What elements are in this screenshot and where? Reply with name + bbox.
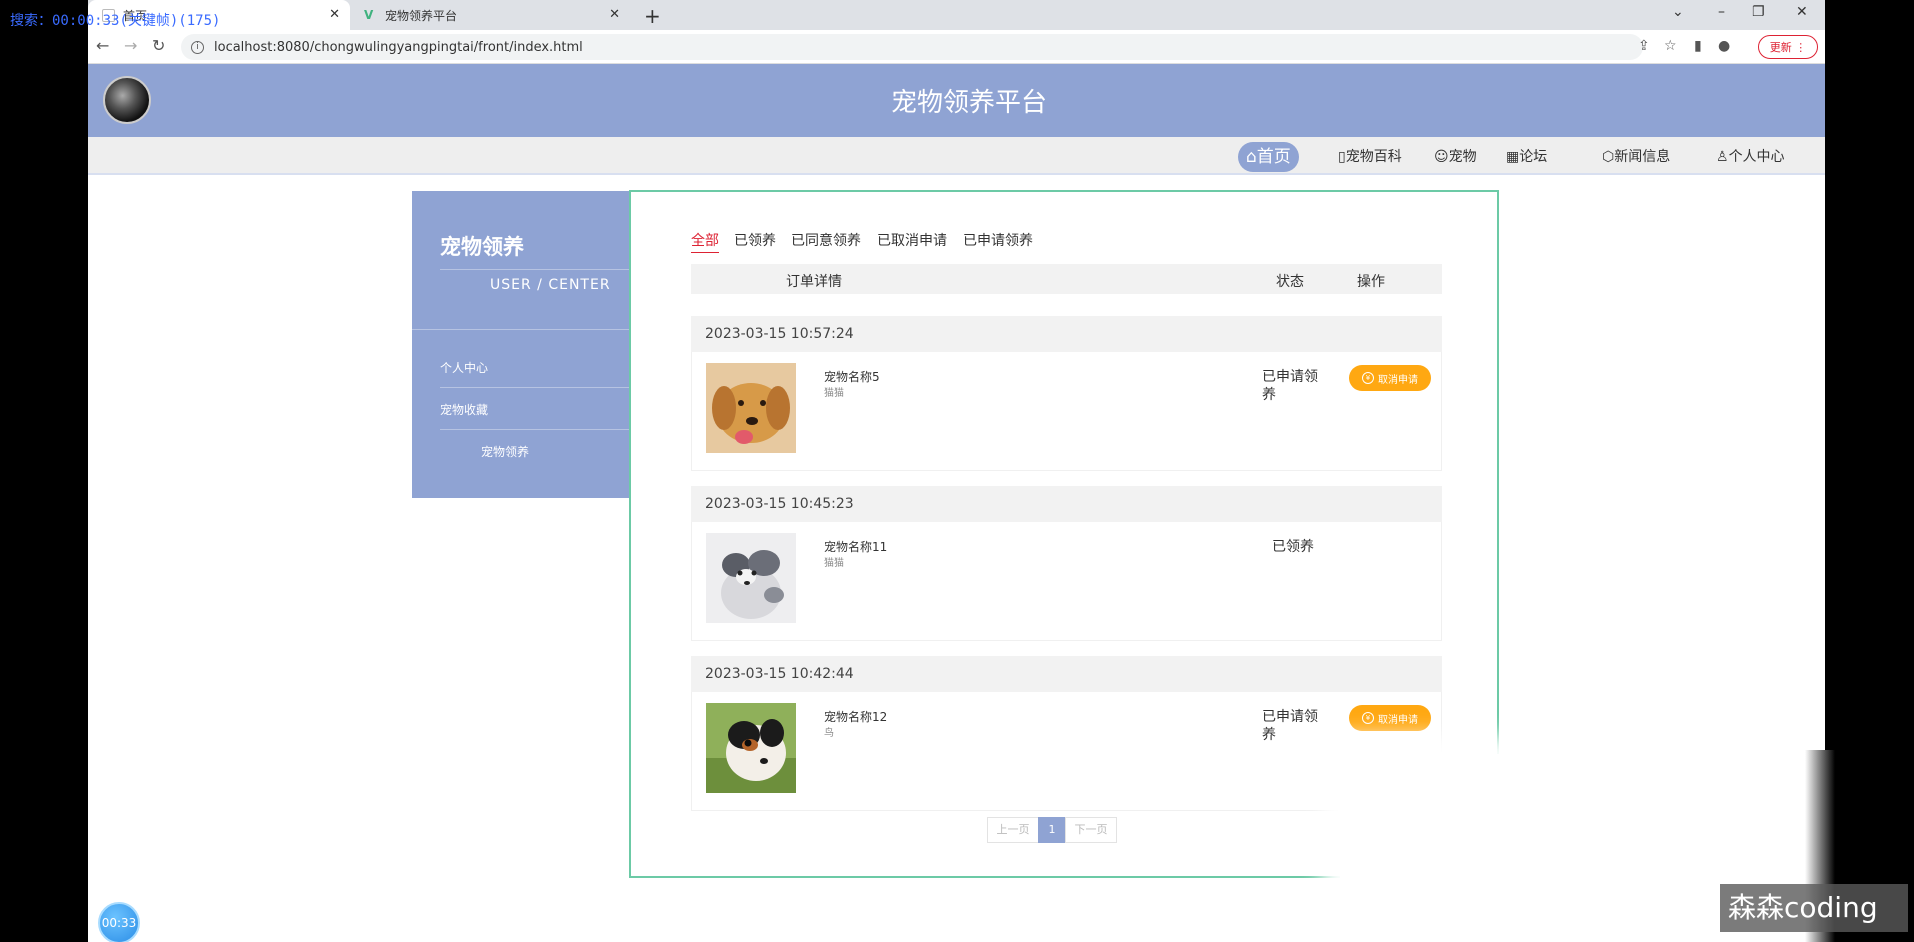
order-datetime: 2023-03-15 10:57:24 [691,316,1442,352]
next-page-button[interactable]: 下一页 [1065,817,1117,843]
order-item: 2023-03-15 10:45:23 宠物名称11 猫猫 已领养 [691,486,1442,641]
web-page: 宠物领养平台 ⌂首页 ▯宠物百科 ☺宠物 ▦论坛 ⬡新闻信息 ♙个人中心 宠物领… [88,64,1825,942]
filter-applied[interactable]: 已申请领养 [963,230,1033,250]
pet-name: 宠物名称11 [824,540,888,554]
nav-home[interactable]: ⌂首页 [1238,142,1299,172]
sidebar-subtitle: USER / CENTER [490,277,611,293]
sidebar-item-adoption[interactable]: 宠物领养 [481,443,529,460]
site-title: 宠物领养平台 [890,88,1047,118]
pet-type: 鸟 [824,728,834,739]
site-header: 宠物领养平台 [88,64,1825,137]
chevron-down-icon[interactable]: ⌄ [1672,4,1684,20]
yen-icon: ¥ [1362,372,1374,384]
order-datetime: 2023-03-15 10:45:23 [691,486,1442,522]
pet-type: 猫猫 [824,558,844,569]
nav-forum[interactable]: ▦论坛 [1498,142,1555,172]
pet-type: 猫猫 [824,388,844,399]
share-icon[interactable]: ⇪ [1638,38,1650,54]
window-close-icon[interactable]: ✕ [1796,4,1808,20]
divider [440,387,630,388]
pet-name: 宠物名称5 [824,370,880,384]
table-header: 订单详情 状态 操作 [691,264,1442,294]
forward-arrow-icon[interactable]: → [124,36,137,55]
cancel-application-button[interactable]: ¥ 取消申请 [1349,365,1431,391]
tab-strip: 首页 ✕ V 宠物领养平台 ✕ + ⌄ – ❐ ✕ [88,0,1825,30]
screen: 搜索：00:00:33(关键帧)(175) 首页 ✕ V 宠物领养平台 ✕ + … [0,0,1914,942]
url-text: localhost:8080/chongwulingyangpingtai/fr… [214,39,583,55]
address-bar-row: ← → ↻ i localhost:8080/chongwulingyangpi… [88,30,1825,64]
header-status: 状态 [1276,274,1304,290]
nav-encyclopedia[interactable]: ▯宠物百科 [1330,142,1410,172]
filter-cancelled[interactable]: 已取消申请 [877,230,947,250]
page-1-button[interactable]: 1 [1038,817,1066,843]
forum-icon: ▦ [1506,149,1520,165]
tab-pet-platform[interactable]: V 宠物领养平台 ✕ [350,0,630,30]
new-tab-plus-icon[interactable]: + [644,4,661,28]
reload-icon[interactable]: ↻ [152,36,165,55]
order-body: 宠物名称5 猫猫 已申请领养 ¥ 取消申请 [691,352,1442,471]
close-icon[interactable]: ✕ [329,7,340,22]
watermark: 森森coding [1720,884,1908,932]
pet-photo-golden-retriever[interactable] [706,363,796,453]
order-body: 宠物名称12 鸟 已申请领养 ¥ 取消申请 [691,692,1442,811]
profile-icon[interactable]: ● [1718,38,1730,54]
browser-window: 首页 ✕ V 宠物领养平台 ✕ + ⌄ – ❐ ✕ ← → ↻ i localh… [88,0,1825,942]
filter-adopted[interactable]: 已领养 [734,230,776,250]
url-field[interactable]: i localhost:8080/chongwulingyangpingtai/… [181,34,1643,60]
info-icon[interactable]: i [191,40,204,54]
nav-news[interactable]: ⬡新闻信息 [1594,142,1678,172]
order-item: 2023-03-15 10:57:24 宠物名称5 猫猫 已申请领养 ¥ 取消申… [691,316,1442,471]
recording-timer[interactable]: 00:33 [98,902,140,942]
sidebar-item-favorites[interactable]: 宠物收藏 [440,401,488,418]
divider [440,269,630,270]
side-panel-icon[interactable]: ▮ [1694,38,1702,54]
filter-all[interactable]: 全部 [691,230,719,253]
nav-pets[interactable]: ☺宠物 [1426,142,1485,172]
pet-photo-chihuahua[interactable] [706,703,796,793]
home-icon: ⌂ [1246,147,1257,167]
order-datetime: 2023-03-15 10:42:44 [691,656,1442,692]
tab-label: 宠物领养平台 [385,8,458,23]
minimize-icon[interactable]: – [1718,4,1725,20]
main-nav: ⌂首页 ▯宠物百科 ☺宠物 ▦论坛 ⬡新闻信息 ♙个人中心 [88,137,1825,175]
sidebar-title: 宠物领养 [440,235,524,259]
sidebar-item-profile[interactable]: 个人中心 [440,359,488,376]
order-status: 已领养 [1272,539,1314,555]
yen-icon: ¥ [1362,712,1374,724]
news-icon: ⬡ [1602,149,1615,165]
close-icon[interactable]: ✕ [609,7,620,22]
recording-overlay-text: 搜索：00:00:33(关键帧)(175) [10,13,221,29]
filter-approved[interactable]: 已同意领养 [791,230,861,250]
order-body: 宠物名称11 猫猫 已领养 [691,522,1442,641]
divider [440,429,630,430]
vue-icon: V [364,7,374,22]
pet-name: 宠物名称12 [824,710,888,724]
cancel-application-button[interactable]: ¥ 取消申请 [1349,705,1431,731]
pet-photo-husky-puppy[interactable] [706,533,796,623]
prev-page-button[interactable]: 上一页 [987,817,1039,843]
header-details: 订单详情 [786,274,842,290]
restore-icon[interactable]: ❐ [1752,4,1765,20]
user-sidebar: 宠物领养 USER / CENTER 个人中心 宠物收藏 宠物领养 [412,191,630,498]
nav-user-center[interactable]: ♙个人中心 [1708,142,1793,172]
header-action: 操作 [1357,274,1385,290]
order-status: 已申请领养 [1262,369,1318,403]
divider [412,329,630,330]
update-button[interactable]: 更新 ⋮ [1758,35,1818,59]
blur-patch [1340,754,1500,884]
paw-icon: ☺ [1434,149,1449,165]
user-icon: ♙ [1716,149,1729,165]
star-icon[interactable]: ☆ [1664,38,1677,54]
order-status: 已申请领养 [1262,709,1318,743]
order-item: 2023-03-15 10:42:44 宠物名称12 鸟 已申请领养 ¥ 取消申… [691,656,1442,811]
book-icon: ▯ [1338,149,1346,165]
back-arrow-icon[interactable]: ← [96,36,109,55]
